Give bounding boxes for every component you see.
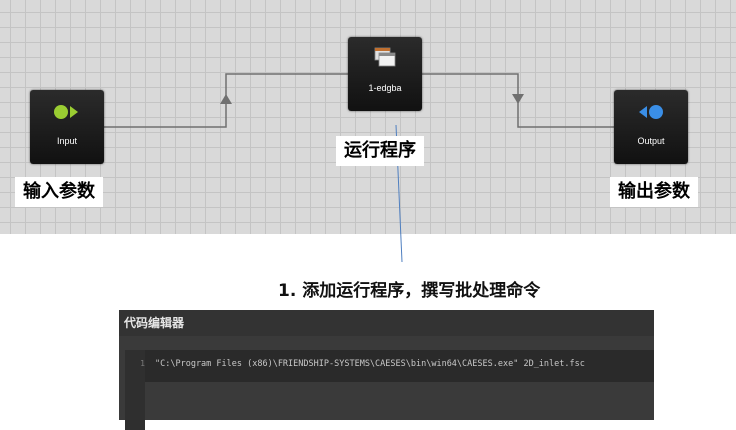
input-node-label: Input xyxy=(56,136,78,146)
output-params-caption: 输出参数 xyxy=(610,177,698,207)
input-node[interactable]: Input xyxy=(30,90,104,164)
wire-arrow-down xyxy=(512,94,524,104)
program-windows-icon xyxy=(348,47,422,71)
run-program-caption: 运行程序 xyxy=(336,136,424,166)
code-editor-text-area[interactable]: "C:\Program Files (x86)\FRIENDSHIP-SYSTE… xyxy=(125,350,654,382)
input-params-caption: 输入参数 xyxy=(15,177,103,207)
code-editor-title: 代码编辑器 xyxy=(119,310,654,336)
program-node[interactable]: 1-edgba xyxy=(348,37,422,111)
code-editor-gutter: 1 xyxy=(125,350,145,430)
code-line-1[interactable]: "C:\Program Files (x86)\FRIENDSHIP-SYSTE… xyxy=(155,359,585,369)
program-node-label: 1-edgba xyxy=(368,83,402,93)
output-arrow-icon xyxy=(614,100,688,124)
input-arrow-icon xyxy=(30,100,104,124)
output-node-label: Output xyxy=(637,136,665,146)
line-number-1: 1 xyxy=(140,359,145,368)
code-editor-panel: 代码编辑器 "C:\Program Files (x86)\FRIENDSHIP… xyxy=(119,310,654,430)
output-node[interactable]: Output xyxy=(614,90,688,164)
step-instruction: 1. 添加运行程序，撰写批处理命令 xyxy=(278,281,541,301)
wire-arrow-up xyxy=(220,94,232,104)
